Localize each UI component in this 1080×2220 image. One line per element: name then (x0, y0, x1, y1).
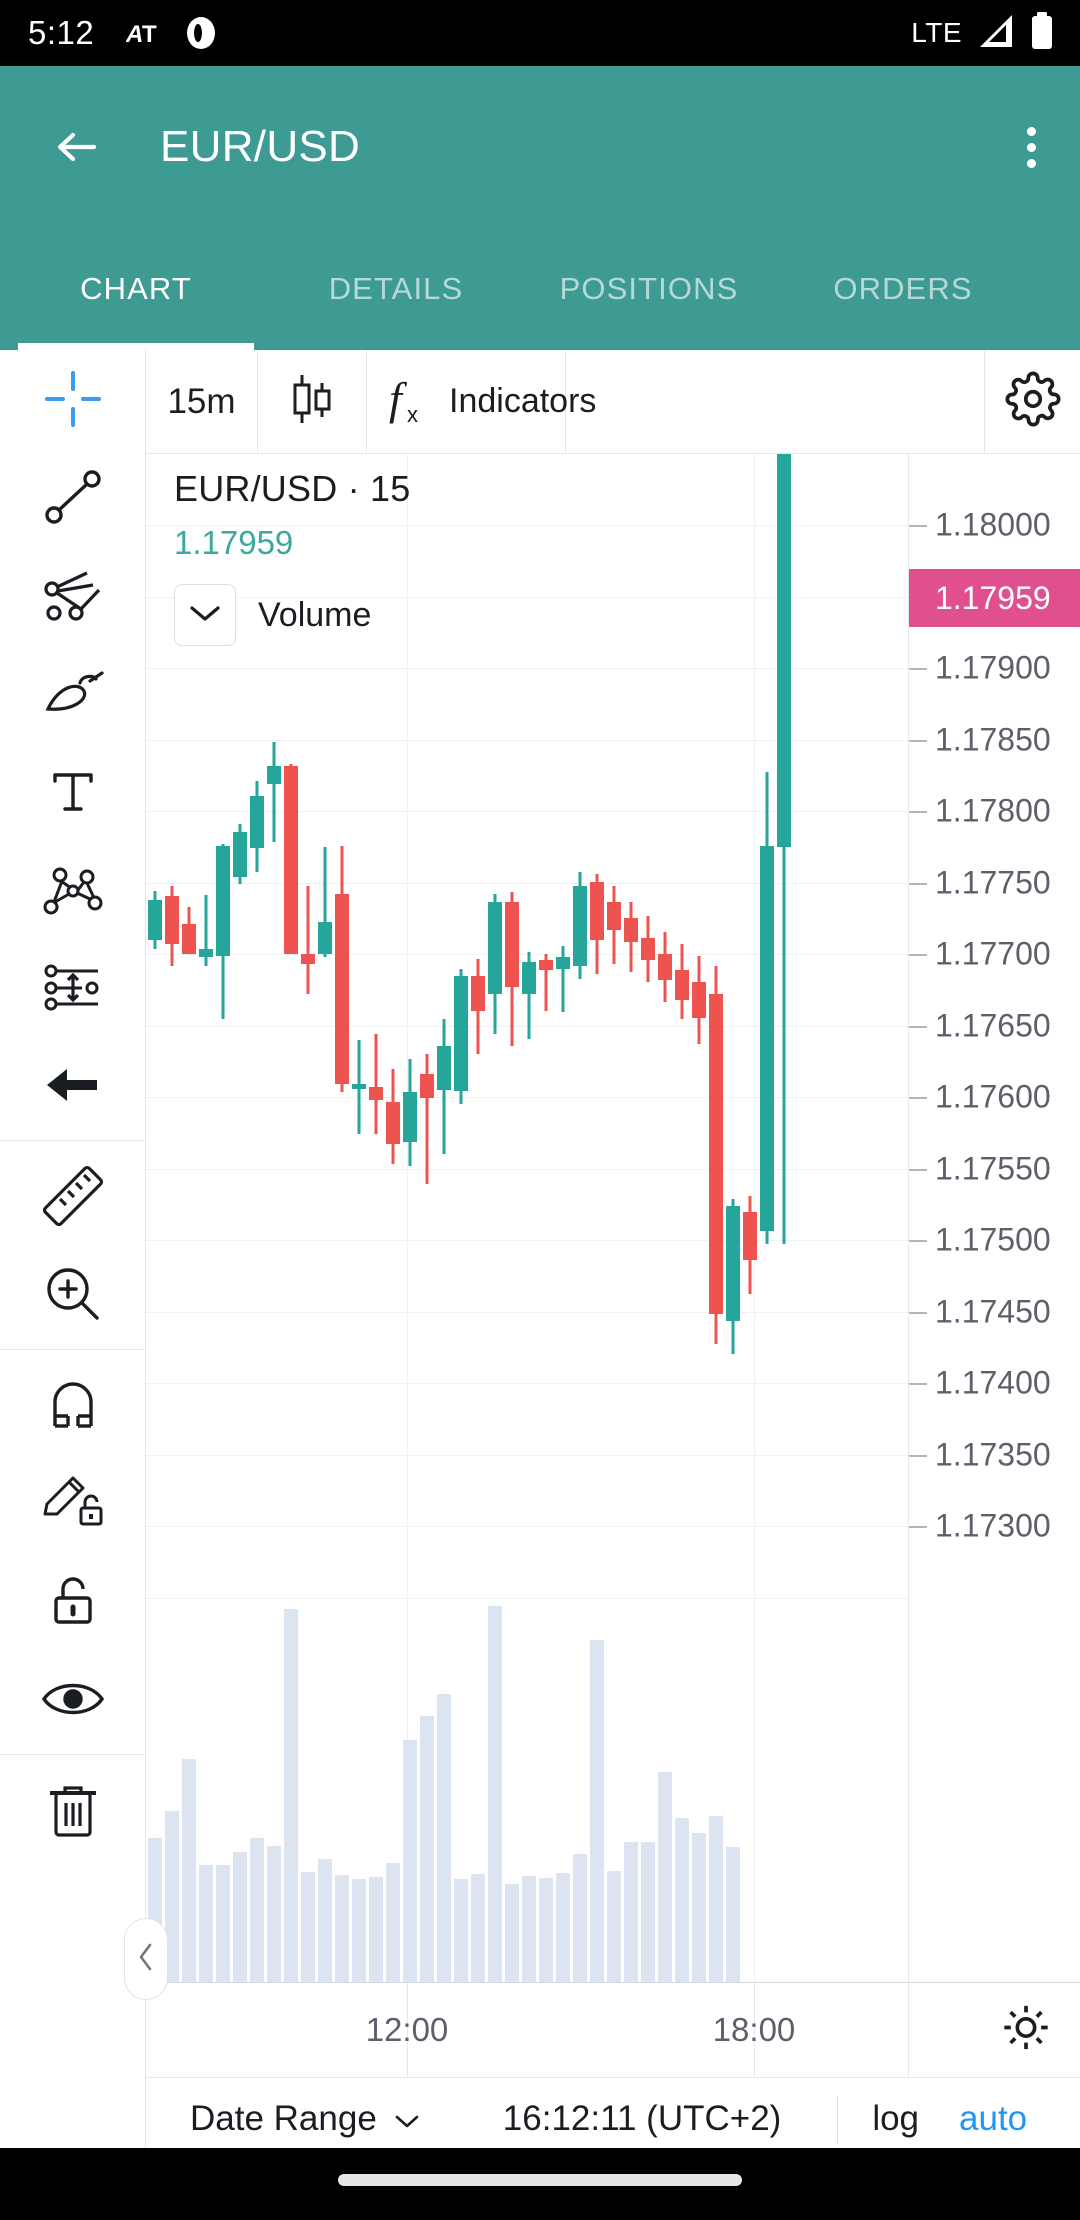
delete-icon[interactable] (0, 1761, 146, 1859)
tab-chart[interactable]: CHART (0, 228, 272, 350)
brush-icon[interactable] (0, 644, 146, 742)
chart-toolbar: 15m f x Indicators (146, 350, 1080, 454)
tab-bar: CHART DETAILS POSITIONS ORDERS (0, 228, 1080, 350)
price-tick-label: 1.17500 (935, 1221, 1051, 1258)
fx-icon: f x (387, 370, 431, 433)
magnet-icon[interactable] (0, 1356, 146, 1454)
price-tick-label: 1.17550 (935, 1150, 1051, 1187)
chart-legend: EUR/USD · 15 1.17959 Volume (174, 468, 410, 646)
svg-text:T: T (142, 21, 157, 48)
candlestick-series (148, 454, 791, 1982)
text-tool-icon[interactable] (0, 742, 146, 840)
price-tick-label: 1.17750 (935, 864, 1051, 901)
lock-icon[interactable] (0, 1552, 146, 1650)
forecast-icon[interactable] (0, 938, 146, 1036)
time-axis-settings-button[interactable] (1000, 2002, 1052, 2059)
volume-collapse-button[interactable] (174, 584, 236, 646)
signal-icon (976, 13, 1016, 54)
chart-clock: 16:12:11 (UTC+2) (502, 2099, 782, 2138)
rail-divider (0, 1754, 146, 1755)
price-tick-label: 1.17300 (935, 1507, 1051, 1544)
battery-icon (1030, 11, 1054, 55)
earbuds-icon (186, 16, 216, 50)
gear-icon (1005, 371, 1061, 432)
drawing-lock-icon[interactable] (0, 1454, 146, 1552)
current-price-value: 1.17959 (935, 579, 1051, 616)
chevron-down-icon (393, 2099, 421, 2139)
drawing-tools-rail (0, 350, 146, 2162)
chart-plot-area[interactable]: EUR/USD · 15 1.17959 Volume (146, 454, 908, 1982)
date-range-button[interactable]: Date Range (190, 2099, 421, 2139)
price-tick-label: 1.17700 (935, 935, 1051, 972)
status-bar-right-icons: LTE (911, 11, 1054, 55)
trend-line-icon[interactable] (0, 448, 146, 546)
legend-symbol: EUR/USD · 15 (174, 468, 411, 509)
price-tick-label: 1.17450 (935, 1293, 1051, 1330)
date-range-label: Date Range (190, 2099, 377, 2138)
tab-details[interactable]: DETAILS (272, 228, 520, 350)
chevron-left-icon (135, 1940, 157, 1979)
arrow-marker-icon[interactable] (0, 1036, 146, 1134)
time-axis[interactable]: 12:00 18:00 (146, 1982, 1080, 2079)
chevron-down-icon (188, 602, 222, 629)
current-price-badge: 1.17959 (909, 569, 1080, 627)
time-tick-label: 12:00 (365, 2011, 449, 2048)
status-bar-clock: 5:12 (28, 14, 95, 51)
auto-scale-button[interactable]: auto (959, 2099, 1027, 2139)
visibility-icon[interactable] (0, 1650, 146, 1748)
status-bar-left-icons: AT (126, 16, 216, 50)
time-tick-label: 18:00 (712, 2011, 796, 2048)
legend-volume-row: Volume (174, 584, 410, 646)
measure-ruler-icon[interactable] (0, 1147, 146, 1245)
page-title: EUR/USD (160, 122, 361, 171)
system-nav-bar (0, 2148, 1080, 2220)
legend-volume-label: Volume (258, 595, 372, 634)
price-tick-label: 1.18000 (935, 506, 1051, 543)
home-indicator[interactable] (338, 2174, 742, 2186)
tab-orders[interactable]: ORDERS (778, 228, 1028, 350)
svg-text:f: f (389, 373, 408, 424)
price-tick-label: 1.17600 (935, 1078, 1051, 1115)
app-screen: 5:12 AT LTE EUR/USD CHART DETAILS POSITI… (0, 0, 1080, 2220)
crosshair-icon[interactable] (0, 350, 146, 448)
svg-text:A: A (126, 21, 143, 48)
bottom-bar-divider (837, 2095, 839, 2143)
legend-last-price: 1.17959 (174, 524, 294, 561)
indicators-button[interactable]: f x Indicators (367, 350, 596, 453)
svg-text:x: x (407, 402, 418, 427)
app-bar: EUR/USD (0, 66, 1080, 228)
price-tick-label: 1.17350 (935, 1436, 1051, 1473)
status-bar: 5:12 AT LTE (0, 0, 1080, 66)
price-tick-label: 1.17850 (935, 721, 1051, 758)
rail-divider (0, 1140, 146, 1141)
timeframe-button[interactable]: 15m (146, 350, 258, 453)
zoom-in-icon[interactable] (0, 1245, 146, 1343)
toolbar-empty-space (566, 350, 985, 453)
chart-settings-button[interactable] (985, 350, 1080, 453)
gear-icon (1000, 2005, 1052, 2058)
price-tick-label: 1.17900 (935, 649, 1051, 686)
log-scale-button[interactable]: log (872, 2099, 919, 2139)
rail-collapse-handle[interactable] (124, 1918, 168, 2000)
price-axis[interactable]: 1.18000 1.17950 1.17900 1.17850 1.17800 … (908, 454, 1080, 1982)
tab-positions[interactable]: POSITIONS (520, 228, 778, 350)
candlestick-icon (286, 369, 338, 434)
fib-fan-icon[interactable] (0, 546, 146, 644)
back-arrow-icon[interactable] (48, 118, 106, 176)
text-size-icon: AT (126, 20, 166, 48)
price-tick-label: 1.17800 (935, 792, 1051, 829)
price-tick-label: 1.17650 (935, 1007, 1051, 1044)
price-tick-label: 1.17400 (935, 1364, 1051, 1401)
pattern-icon[interactable] (0, 840, 146, 938)
rail-divider (0, 1349, 146, 1350)
chart-type-button[interactable] (258, 350, 367, 453)
overflow-menu-icon[interactable] (1027, 126, 1036, 168)
network-type-label: LTE (911, 17, 962, 48)
